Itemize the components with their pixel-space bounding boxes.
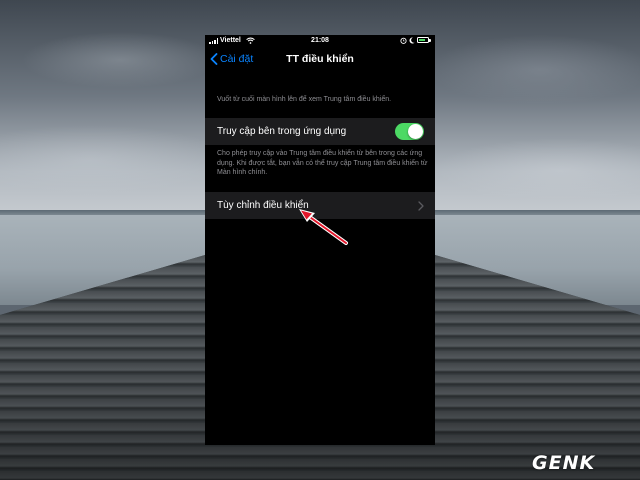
battery-level-fill: [419, 39, 426, 41]
access-within-apps-description: Cho phép truy cập vào Trung tâm điều khi…: [217, 150, 428, 176]
genk-watermark-logo: GENK: [532, 452, 596, 474]
page-title: TT điều khiển: [286, 53, 354, 65]
access-within-apps-label: Truy cập bên trong ứng dụng: [217, 126, 347, 137]
navigation-bar: Cài đặt TT điều khiển: [205, 47, 435, 71]
moon-icon: [409, 37, 415, 44]
access-within-apps-toggle[interactable]: [395, 123, 424, 140]
access-within-apps-row: Truy cập bên trong ứng dụng: [205, 118, 435, 145]
annotation-arrow-icon: [299, 209, 348, 245]
battery-tip: [429, 39, 431, 42]
alarm-icon: [400, 37, 407, 44]
swipe-hint-text: Vuốt từ cuối màn hình lên để xem Trung t…: [217, 96, 392, 103]
toggle-knob: [408, 124, 423, 139]
chevron-right-icon: [418, 201, 424, 211]
battery-icon: [417, 37, 429, 43]
status-bar: Viettel 21:08: [205, 35, 435, 47]
